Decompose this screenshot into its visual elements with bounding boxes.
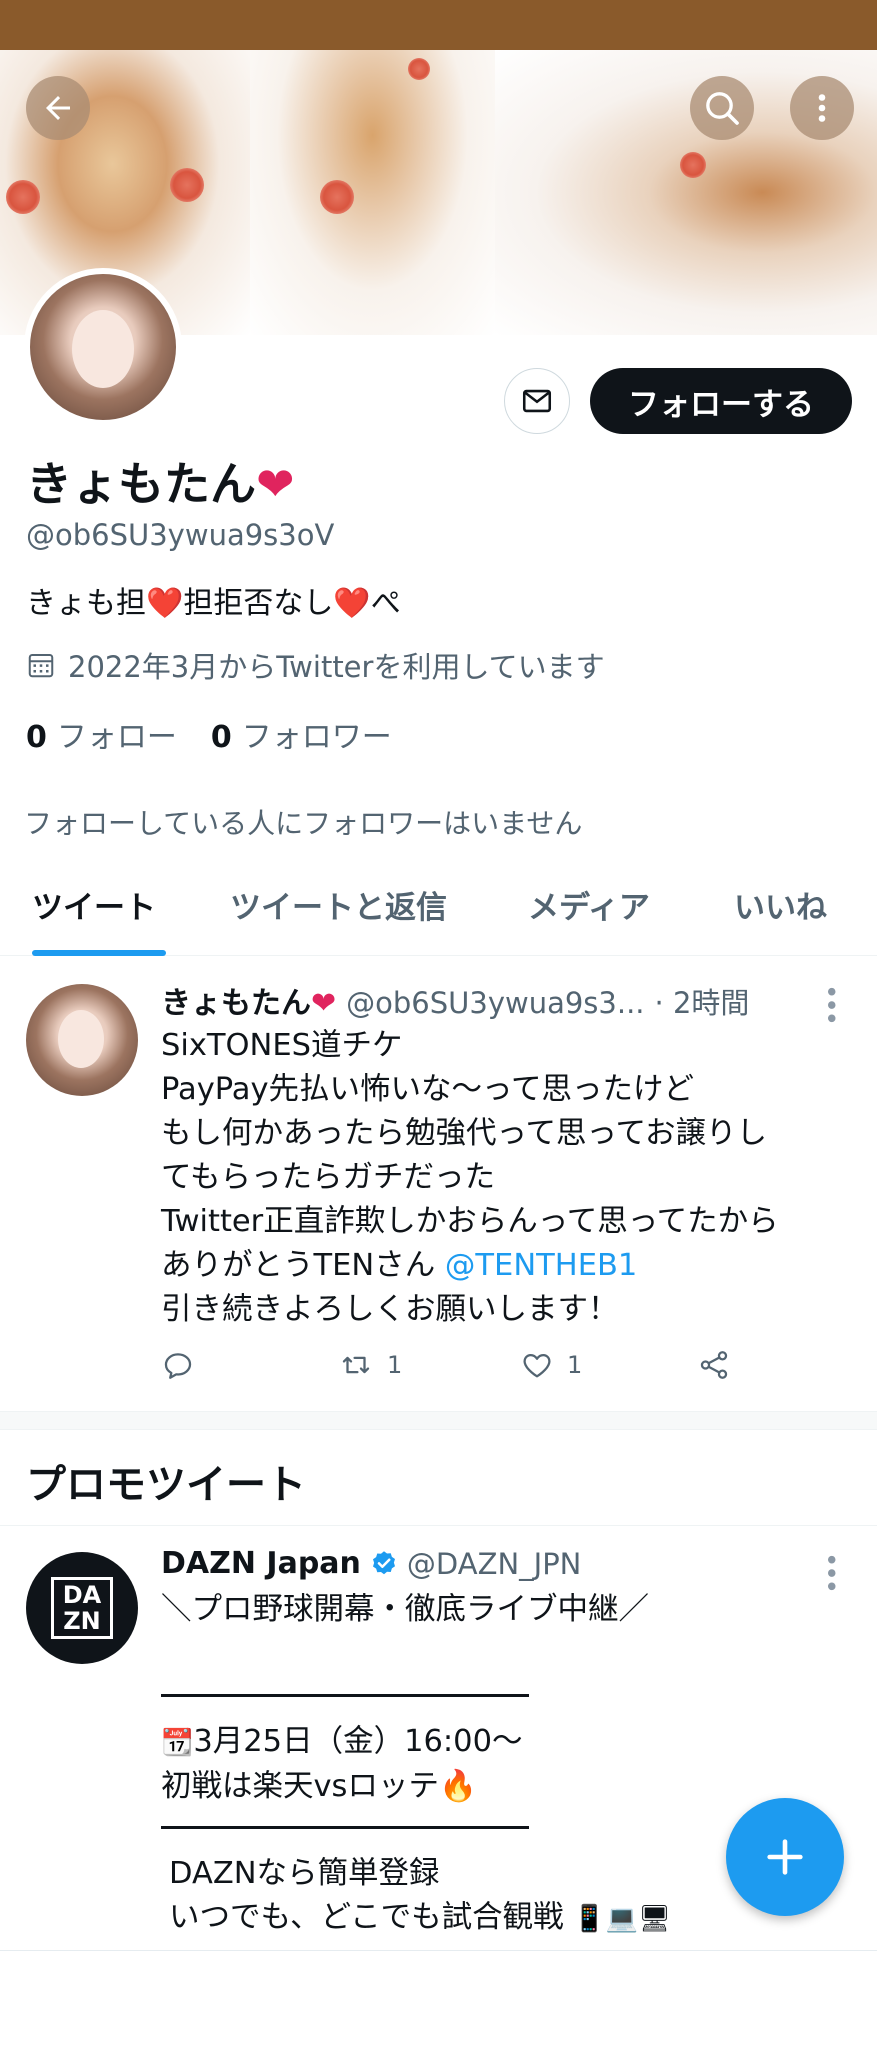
verified-icon — [372, 1550, 395, 1574]
promo-avatar[interactable]: DA ZN — [26, 1552, 138, 1664]
tweet-line: Twitter正直詐欺しかおらんって思ってたから — [161, 1204, 779, 1239]
heart-icon: ❤ — [256, 457, 295, 511]
promo-date-line: 📆3月25日（金）16:00〜 — [161, 1720, 851, 1765]
more-options-button[interactable] — [790, 76, 854, 140]
following-count: 0 — [26, 720, 47, 755]
active-tab-indicator — [32, 950, 166, 956]
divider — [0, 1950, 877, 1951]
tab-likes[interactable]: いいね — [734, 882, 827, 927]
followers-label: フォロワー — [241, 720, 392, 755]
promo-line: 3月25日（金）16:00〜 — [193, 1724, 523, 1759]
tweet-line: もし何かあったら勉強代って思ってお譲りし — [161, 1116, 768, 1151]
avatar-face — [58, 1010, 104, 1068]
banner-flower — [320, 180, 354, 214]
calendar-icon: 📆 — [161, 1728, 194, 1758]
promo-text: 📆3月25日（金）16:00〜 初戦は楽天vsロッテ🔥 — [161, 1720, 851, 1809]
follow-button[interactable]: フォローする — [590, 368, 852, 434]
profile-tabs: ツイート ツイートと返信 メディア いいね — [0, 870, 877, 956]
profile-name: きょもたん❤ — [26, 448, 295, 514]
tweet-header: きょもたん ❤ @ob6SU3ywua9s3... · 2時間 — [161, 978, 749, 1022]
search-icon — [706, 92, 739, 125]
search-button[interactable] — [690, 76, 754, 140]
profile-avatar[interactable] — [24, 268, 182, 426]
banner-photo-2 — [250, 50, 495, 335]
mail-icon — [522, 389, 552, 413]
promo-rule — [161, 1826, 529, 1829]
tweet-line-with-mention: ありがとうTENさん @TENTHEB1 — [161, 1244, 851, 1288]
promo-line: 初戦は楽天vsロッテ🔥 — [161, 1769, 477, 1804]
profile-bio: きょも担❤️担拒否なし❤️ぺ — [26, 586, 401, 621]
following-label: フォロー — [56, 720, 177, 755]
like-count: 1 — [567, 1351, 583, 1379]
mention-link[interactable]: @TENTHEB1 — [445, 1248, 637, 1283]
retweet-icon — [342, 1356, 370, 1374]
share-button[interactable] — [697, 1348, 731, 1382]
tweet-avatar[interactable] — [26, 984, 138, 1096]
tab-tweets-replies[interactable]: ツイートと返信 — [230, 882, 447, 927]
promo-header: DAZN Japan @DAZN_JPN — [161, 1546, 581, 1581]
promo-line: いつでも、どこでも試合観戦 — [169, 1900, 564, 1935]
banner-flower — [680, 152, 706, 178]
calendar-icon — [28, 654, 54, 678]
tweet-actions: 1 1 — [161, 1348, 761, 1388]
known-followers-note: フォローしている人にフォロワーはいません — [24, 807, 583, 840]
join-date-text: 2022年3月からTwitterを利用しています — [68, 650, 605, 684]
tweet-more-icon[interactable]: ••• — [815, 984, 845, 1024]
promo-author-handle: @DAZN_JPN — [406, 1546, 582, 1581]
following-link[interactable]: 0 フォロー — [26, 712, 177, 756]
share-icon — [700, 1351, 728, 1379]
promo-author-name: DAZN Japan — [161, 1546, 361, 1581]
banner-flower — [408, 58, 430, 80]
followers-link[interactable]: 0 フォロワー — [211, 712, 392, 756]
back-button[interactable] — [26, 76, 90, 140]
join-date: 2022年3月からTwitterを利用しています — [26, 644, 605, 686]
tweet-author-handle: @ob6SU3ywua9s3... — [346, 986, 645, 1020]
devices-icon: 📱💻🖥 — [573, 1904, 672, 1934]
followers-count: 0 — [210, 720, 232, 755]
tweet[interactable]: きょもたん ❤ @ob6SU3ywua9s3... · 2時間 ••• SixT… — [0, 958, 877, 1412]
divider — [0, 1525, 877, 1526]
banner-flower — [170, 168, 204, 202]
plus-icon — [767, 1839, 803, 1875]
dazn-logo: DA ZN — [51, 1577, 113, 1639]
promo-rule — [161, 1694, 529, 1697]
tab-media[interactable]: メディア — [528, 882, 650, 927]
logo-text: ZN — [63, 1607, 101, 1635]
tweet-author-name: きょもたん — [161, 986, 311, 1021]
tab-tweets[interactable]: ツイート — [32, 882, 156, 927]
promo-more-icon[interactable]: ••• — [815, 1552, 845, 1592]
compose-tweet-button[interactable] — [726, 1798, 844, 1916]
avatar-face — [72, 310, 134, 388]
tweet-line: 引き続きよろしくお願いします！ — [161, 1292, 619, 1327]
promoted-section-title: プロモツイート — [26, 1462, 306, 1508]
retweet-count: 1 — [387, 1351, 403, 1379]
tweet-line: SixTONES道チケ — [161, 1028, 403, 1063]
tweet-line: PayPay先払い怖いな〜って思ったけど — [161, 1072, 694, 1107]
profile-name-text: きょもたん — [26, 457, 256, 511]
message-button[interactable] — [504, 368, 570, 434]
logo-text: DA — [62, 1581, 102, 1609]
tweet-text: SixTONES道チケ PayPay先払い怖いな〜って思ったけど もし何かあった… — [161, 1024, 851, 1332]
tweet-line: てもらったらガチだった — [161, 1160, 495, 1195]
tweet-line: ありがとうTENさん — [161, 1248, 436, 1283]
status-bar — [0, 0, 877, 50]
tweet-time: · 2時間 — [654, 986, 750, 1020]
follow-counts: 0 フォロー 0 フォロワー — [26, 712, 392, 756]
like-icon — [523, 1353, 551, 1378]
promo-line: ＼プロ野球開幕・徹底ライブ中継／ — [161, 1592, 649, 1627]
reply-icon — [164, 1353, 192, 1379]
profile-handle: @ob6SU3ywua9s3oV — [26, 518, 335, 552]
back-arrow-icon — [46, 96, 70, 120]
more-vertical-icon — [818, 94, 826, 122]
like-button[interactable]: 1 — [519, 1348, 582, 1382]
promo-text: ＼プロ野球開幕・徹底ライブ中継／ — [161, 1588, 851, 1632]
reply-button[interactable] — [161, 1348, 195, 1382]
heart-icon: ❤ — [311, 986, 337, 1021]
section-divider — [0, 1412, 877, 1430]
banner-flower — [6, 180, 40, 214]
retweet-button[interactable]: 1 — [337, 1348, 402, 1382]
